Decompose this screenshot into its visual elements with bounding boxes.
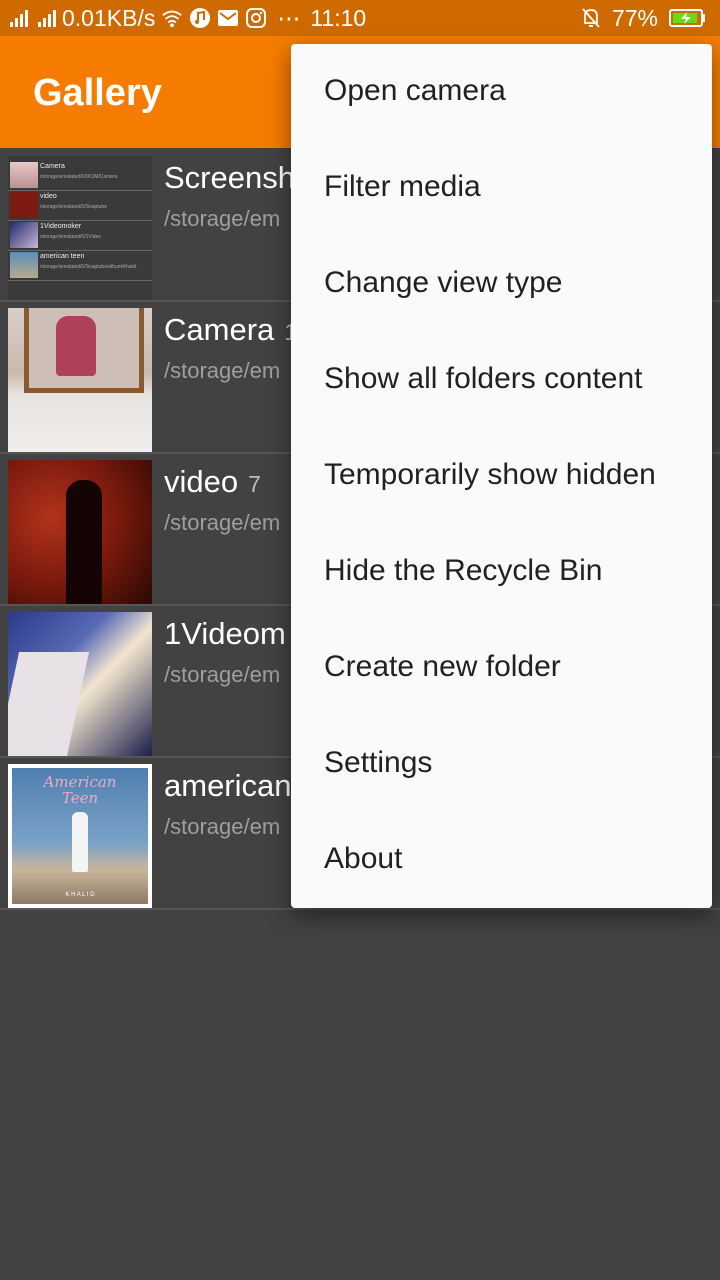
music-icon [189,7,211,29]
preview-name: american teen [40,253,85,260]
folder-thumbnail [8,460,152,604]
folder-name-text: american [164,768,292,803]
folder-path: /storage/em [164,662,281,687]
album-title-line1: American [43,773,117,791]
folder-name: 1Videom [164,616,286,652]
instagram-icon [245,7,267,29]
menu-item-label: Open camera [324,74,506,107]
folder-name-text: Screensh [164,160,295,195]
status-right: 77% [580,0,708,36]
folder-name-text: 1Videom [164,616,286,651]
menu-item-show-all-folders-content[interactable]: Show all folders content [291,332,712,428]
folder-name: video 7 [164,464,261,500]
preview-path: /storage/emulated/0/1Video [40,234,102,240]
menu-item-open-camera[interactable]: Open camera [291,44,712,140]
folder-thumbnail: Camera /storage/emulated/0/DCIM/Camera v… [8,156,152,300]
folder-name: Screensh [164,160,295,196]
mail-icon [217,7,239,29]
folder-thumbnail [8,308,152,452]
folder-path: /storage/em [164,358,281,383]
page-title: Gallery [33,72,162,114]
signal-icon [10,9,28,27]
figure-shape [56,316,96,376]
preview-name: video [40,193,57,200]
folder-path: /storage/em [164,206,281,231]
menu-item-label: Settings [324,746,433,779]
menu-item-filter-media[interactable]: Filter media [291,140,712,236]
folder-path: /storage/em [164,814,281,839]
preview-row: Camera /storage/emulated/0/DCIM/Camera [8,160,152,191]
overflow-menu: Open camera Filter media Change view typ… [291,44,712,908]
album-art: American Teen K H A L I D [12,768,148,904]
cloth-shape [8,652,90,756]
menu-item-label: Change view type [324,266,563,299]
menu-item-label: Create new folder [324,650,561,683]
album-artist: K H A L I D [65,892,95,898]
menu-item-settings[interactable]: Settings [291,716,712,812]
status-bar: 0.01KB/s ⋯ 11:10 77% [0,0,720,36]
folder-name-text: video [164,464,239,499]
figure-shape [66,480,102,604]
wifi-icon [161,7,183,29]
network-speed: 0.01KB/s [62,4,156,31]
figure-shape [72,812,88,872]
folder-name: Camera1 [164,312,297,348]
preview-name: Camera [40,163,65,170]
preview-row: american teen /storage/emulated/0/Snaptu… [8,250,152,281]
preview-path: /storage/emulated/0/Snaptube/album/khali… [40,264,137,270]
folder-thumbnail: American Teen K H A L I D [8,764,152,908]
signal-icon [38,9,56,27]
preview-path: /storage/emulated/0/Snaptube [40,204,107,210]
more-notifications-icon: ⋯ [277,4,301,31]
folder-path: /storage/em [164,510,281,535]
menu-item-create-new-folder[interactable]: Create new folder [291,620,712,716]
preview-row: video /storage/emulated/0/Snaptube [8,190,152,221]
clock: 11:10 [310,4,367,31]
menu-item-label: Temporarily show hidden [324,458,656,491]
battery-percent: 77% [611,4,658,31]
album-title-line2: Teen [61,789,99,807]
menu-item-label: Hide the Recycle Bin [324,554,603,587]
menu-item-hide-recycle-bin[interactable]: Hide the Recycle Bin [291,524,712,620]
mute-icon [580,7,602,29]
menu-item-temporarily-show-hidden[interactable]: Temporarily show hidden [291,428,712,524]
folder-name-text: Camera [164,312,275,347]
menu-item-about[interactable]: About [291,812,712,908]
menu-item-label: Filter media [324,170,481,203]
folder-name: american [164,768,292,804]
preview-thumb [10,162,38,188]
preview-path: /storage/emulated/0/DCIM/Camera [40,174,118,180]
menu-item-change-view-type[interactable]: Change view type [291,236,712,332]
menu-item-label: Show all folders content [324,362,643,395]
album-title: American Teen [12,774,148,806]
status-left: 0.01KB/s ⋯ 11:10 [10,0,366,36]
folder-count: 7 [248,471,261,497]
preview-thumb [10,222,38,248]
preview-thumb [10,252,38,278]
preview-name: 1Videomoker [40,223,82,230]
battery-charging-icon [668,7,708,29]
preview-thumb [10,192,38,218]
preview-row: 1Videomoker /storage/emulated/0/1Video [8,220,152,251]
menu-item-label: About [324,842,403,875]
folder-thumbnail [8,612,152,756]
